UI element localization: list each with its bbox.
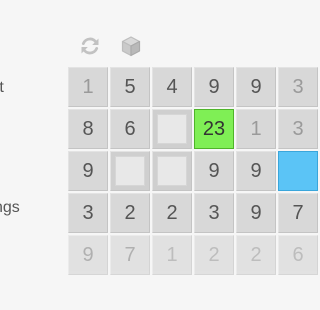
board-cell[interactable]: 2 — [152, 193, 192, 233]
selected-cell[interactable]: 23 — [194, 109, 234, 149]
board-cell[interactable]: 9 — [194, 67, 234, 107]
cube-icon[interactable] — [120, 35, 142, 57]
board-cell[interactable]: 5 — [110, 67, 150, 107]
sidebar-item-label[interactable]: rt — [0, 79, 4, 97]
board-cell[interactable]: 9 — [68, 151, 108, 191]
board-cell[interactable]: 7 — [110, 235, 150, 275]
board-cell[interactable]: 7 — [278, 193, 318, 233]
board-cell[interactable]: 9 — [236, 67, 276, 107]
board-cell[interactable]: 9 — [236, 151, 276, 191]
board-cell[interactable]: 4 — [152, 67, 192, 107]
board-cell[interactable]: 1 — [152, 235, 192, 275]
board-cell[interactable]: 6 — [278, 235, 318, 275]
board-cell[interactable]: 9 — [236, 193, 276, 233]
board-cell[interactable]: 8 — [68, 109, 108, 149]
empty-cell[interactable] — [110, 151, 150, 191]
board-cell[interactable]: 1 — [236, 109, 276, 149]
board-cell[interactable]: 9 — [194, 151, 234, 191]
sidebar-item-label[interactable]: ngs — [0, 199, 20, 217]
empty-cell[interactable] — [152, 109, 192, 149]
board-cell[interactable]: 6 — [110, 109, 150, 149]
board-cell[interactable]: 3 — [278, 67, 318, 107]
board-cell[interactable]: 2 — [194, 235, 234, 275]
highlighted-cell[interactable] — [278, 151, 318, 191]
board-cell[interactable]: 2 — [110, 193, 150, 233]
board-cell[interactable]: 2 — [236, 235, 276, 275]
empty-cell[interactable] — [152, 151, 192, 191]
board-cell[interactable]: 1 — [68, 67, 108, 107]
board-cell[interactable]: 9 — [68, 235, 108, 275]
game-board: 1 5 4 9 9 3 8 6 23 1 3 9 9 9 3 2 2 3 9 7 9 7 1 2 2 6 — [68, 67, 318, 307]
board-cell[interactable]: 3 — [68, 193, 108, 233]
reload-icon[interactable] — [79, 35, 101, 57]
board-cell[interactable]: 3 — [278, 109, 318, 149]
board-cell[interactable]: 3 — [194, 193, 234, 233]
